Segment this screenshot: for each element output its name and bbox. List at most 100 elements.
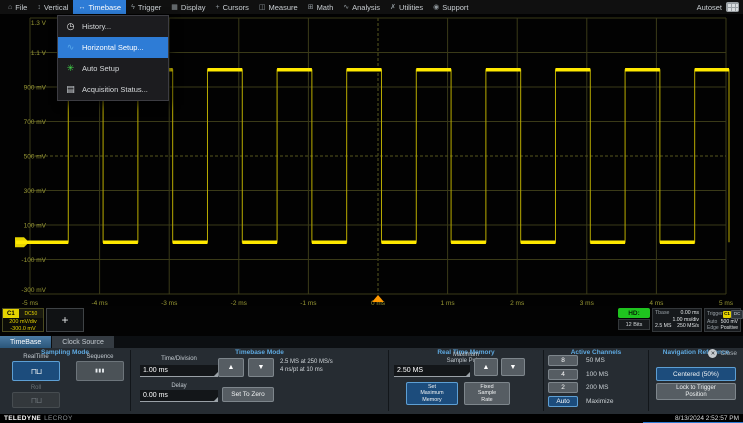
channels-memory-label: 50 MS	[586, 357, 605, 364]
active-channels-row: 8 50 MS	[548, 355, 613, 366]
channels-auto-button[interactable]: Auto	[548, 396, 578, 407]
tab-timebase[interactable]: TimeBase	[0, 336, 51, 348]
menu-measure[interactable]: ◫Measure	[254, 0, 303, 14]
tbase-title: Tbase	[655, 310, 669, 317]
autoset-button[interactable]: Autoset	[697, 2, 743, 12]
menu-analysis[interactable]: ∿Analysis	[338, 0, 385, 14]
section-divider	[648, 350, 649, 411]
up-arrow-icon: ▲	[483, 364, 490, 371]
menu-cursors[interactable]: +Cursors	[211, 0, 254, 14]
channels-2-button[interactable]: 2	[548, 382, 578, 393]
trigger-coupling-badge: DC	[731, 310, 743, 319]
trigger-position-marker[interactable]	[372, 295, 384, 302]
menu-items: ⌂File↕Vertical↔TimebaseϟTrigger▦Display+…	[0, 0, 474, 14]
max-sample-points-field[interactable]: 2.50 MS	[394, 365, 470, 377]
menu-item-acquisition-status[interactable]: ▤Acquisition Status...	[58, 79, 168, 100]
utilities-icon: ✗	[390, 3, 396, 11]
close-label: Close	[720, 350, 737, 357]
trigger-type: Edge	[707, 325, 719, 332]
channel-c1-descriptor[interactable]: C1 DC50 200 mV/div -300.0 mV	[2, 308, 44, 332]
timebase-panel: TimeBase Clock Source ✕ Close Sampling M…	[0, 336, 743, 414]
section-divider	[130, 350, 131, 411]
timebase-icon: ↔	[78, 4, 85, 11]
add-trace-button[interactable]: +	[46, 308, 84, 332]
status-bar: TELEDYNE LECROY 8/13/2024 2:52:57 PM	[0, 414, 743, 423]
menu-utilities[interactable]: ✗Utilities	[385, 0, 428, 14]
centered-button[interactable]: Centered (50%)	[656, 367, 736, 381]
descriptor-row: C1 DC50 200 mV/div -300.0 mV + HD: 12 Bi…	[0, 306, 743, 336]
menu-label: Vertical	[44, 3, 69, 12]
menu-label: Cursors	[223, 3, 249, 12]
set-to-zero-button[interactable]: Set To Zero	[222, 387, 274, 402]
tbase-delay: 0.00 ms	[681, 310, 699, 317]
sequence-segments-icon: ▮▮▮	[95, 368, 105, 374]
menu-label: Trigger	[138, 3, 161, 12]
menu-label: Analysis	[352, 3, 380, 12]
roll-waveform-icon: ⊓⊔	[31, 396, 41, 405]
display-icon: ▦	[171, 3, 178, 11]
menu-file[interactable]: ⌂File	[3, 0, 32, 14]
field-notch	[466, 372, 470, 376]
timebase-mode-header: Timebase Mode	[131, 349, 388, 356]
max-sample-points-value: 2.50 MS	[397, 367, 423, 374]
lock-to-trigger-button[interactable]: Lock to Trigger Position	[656, 383, 736, 400]
timebase-summary[interactable]: Tbase 0.00 ms 1.00 ms/div 2.5 MS 250 MS/…	[652, 308, 702, 332]
menu-label: Utilities	[399, 3, 423, 12]
time-division-up-button[interactable]: ▲	[218, 358, 244, 377]
channels-4-button[interactable]: 4	[548, 369, 578, 380]
panel-close-button[interactable]: ✕ Close	[708, 349, 737, 358]
acquisition-status-icon: ▤	[65, 84, 76, 95]
realtime-button[interactable]: ⊓⊔	[12, 361, 60, 381]
active-channel-rows: 8 50 MS 4100 MS 2200 MS AutoMaximize	[548, 355, 613, 407]
trigger-summary[interactable]: Trigger C1 DC Auto 500 mV Edge Positive	[704, 308, 741, 332]
time-division-field[interactable]: 1.00 ms	[140, 365, 218, 377]
y-axis-tick-label: 700 mV	[24, 119, 47, 126]
realtime-label: RealTime	[10, 354, 62, 360]
channel-c1-offset: -300.0 mV	[3, 326, 43, 333]
menu-math[interactable]: ⊞Math	[303, 0, 339, 14]
menu-item-label: History...	[82, 22, 111, 31]
menu-item-history[interactable]: ◷History...	[58, 16, 168, 37]
menu-label: Display	[181, 3, 206, 12]
sequence-label: Sequence	[74, 354, 126, 360]
autoset-label: Autoset	[697, 3, 722, 12]
menu-display[interactable]: ▦Display	[166, 0, 210, 14]
roll-button[interactable]: ⊓⊔	[12, 392, 60, 408]
max-sample-points-down-button[interactable]: ▼	[501, 358, 525, 376]
tab-clock-source[interactable]: Clock Source	[52, 336, 114, 348]
set-maximum-memory-line: Memory	[422, 397, 441, 403]
y-axis-tick-label: 900 mV	[24, 85, 47, 92]
sampling-info-line2: 4 ns/pt at 10 ms	[280, 367, 323, 373]
sequence-button[interactable]: ▮▮▮	[76, 361, 124, 381]
fixed-sample-rate-button[interactable]: FixedSampleRate	[464, 382, 510, 405]
support-icon: ◉	[433, 3, 439, 11]
menu-label: Measure	[269, 3, 298, 12]
max-sample-points-up-button[interactable]: ▲	[474, 358, 498, 376]
delay-field[interactable]: 0.00 ms	[140, 390, 218, 402]
horizontal-setup-icon: ∿	[65, 42, 76, 53]
realtime-waveform-icon: ⊓⊔	[31, 367, 41, 376]
menu-vertical[interactable]: ↕Vertical	[32, 0, 73, 14]
time-division-down-button[interactable]: ▼	[248, 358, 274, 377]
menu-support[interactable]: ◉Support	[428, 0, 473, 14]
menu-item-horizontal-setup[interactable]: ∿ Horizontal Setup...	[58, 37, 168, 58]
trigger-icon: ϟ	[131, 4, 135, 11]
menu-item-label: Horizontal Setup...	[82, 43, 144, 52]
channels-8-button[interactable]: 8	[548, 355, 578, 366]
trigger-mode: Auto	[707, 319, 717, 326]
channel-c1-header: C1 DC50	[3, 309, 43, 318]
brand-teledyne: TELEDYNE	[4, 415, 41, 422]
menu-item-auto-setup[interactable]: ✳Auto Setup	[58, 58, 168, 79]
trigger-source-badge: C1	[723, 311, 732, 318]
section-divider	[543, 350, 544, 411]
down-arrow-icon: ▼	[510, 364, 517, 371]
menu-timebase[interactable]: ↔Timebase	[73, 0, 126, 14]
menu-trigger[interactable]: ϟTrigger	[126, 0, 166, 14]
set-maximum-memory-button[interactable]: SetMaximumMemory	[406, 382, 458, 405]
down-arrow-icon: ▼	[258, 364, 265, 371]
active-channels-row: 2200 MS	[548, 382, 613, 393]
active-channels-row: AutoMaximize	[548, 396, 613, 407]
active-channels-row: 4100 MS	[548, 369, 613, 380]
auto-setup-icon: ✳	[65, 63, 76, 74]
tbase-rate: 250 MS/s	[677, 323, 699, 330]
